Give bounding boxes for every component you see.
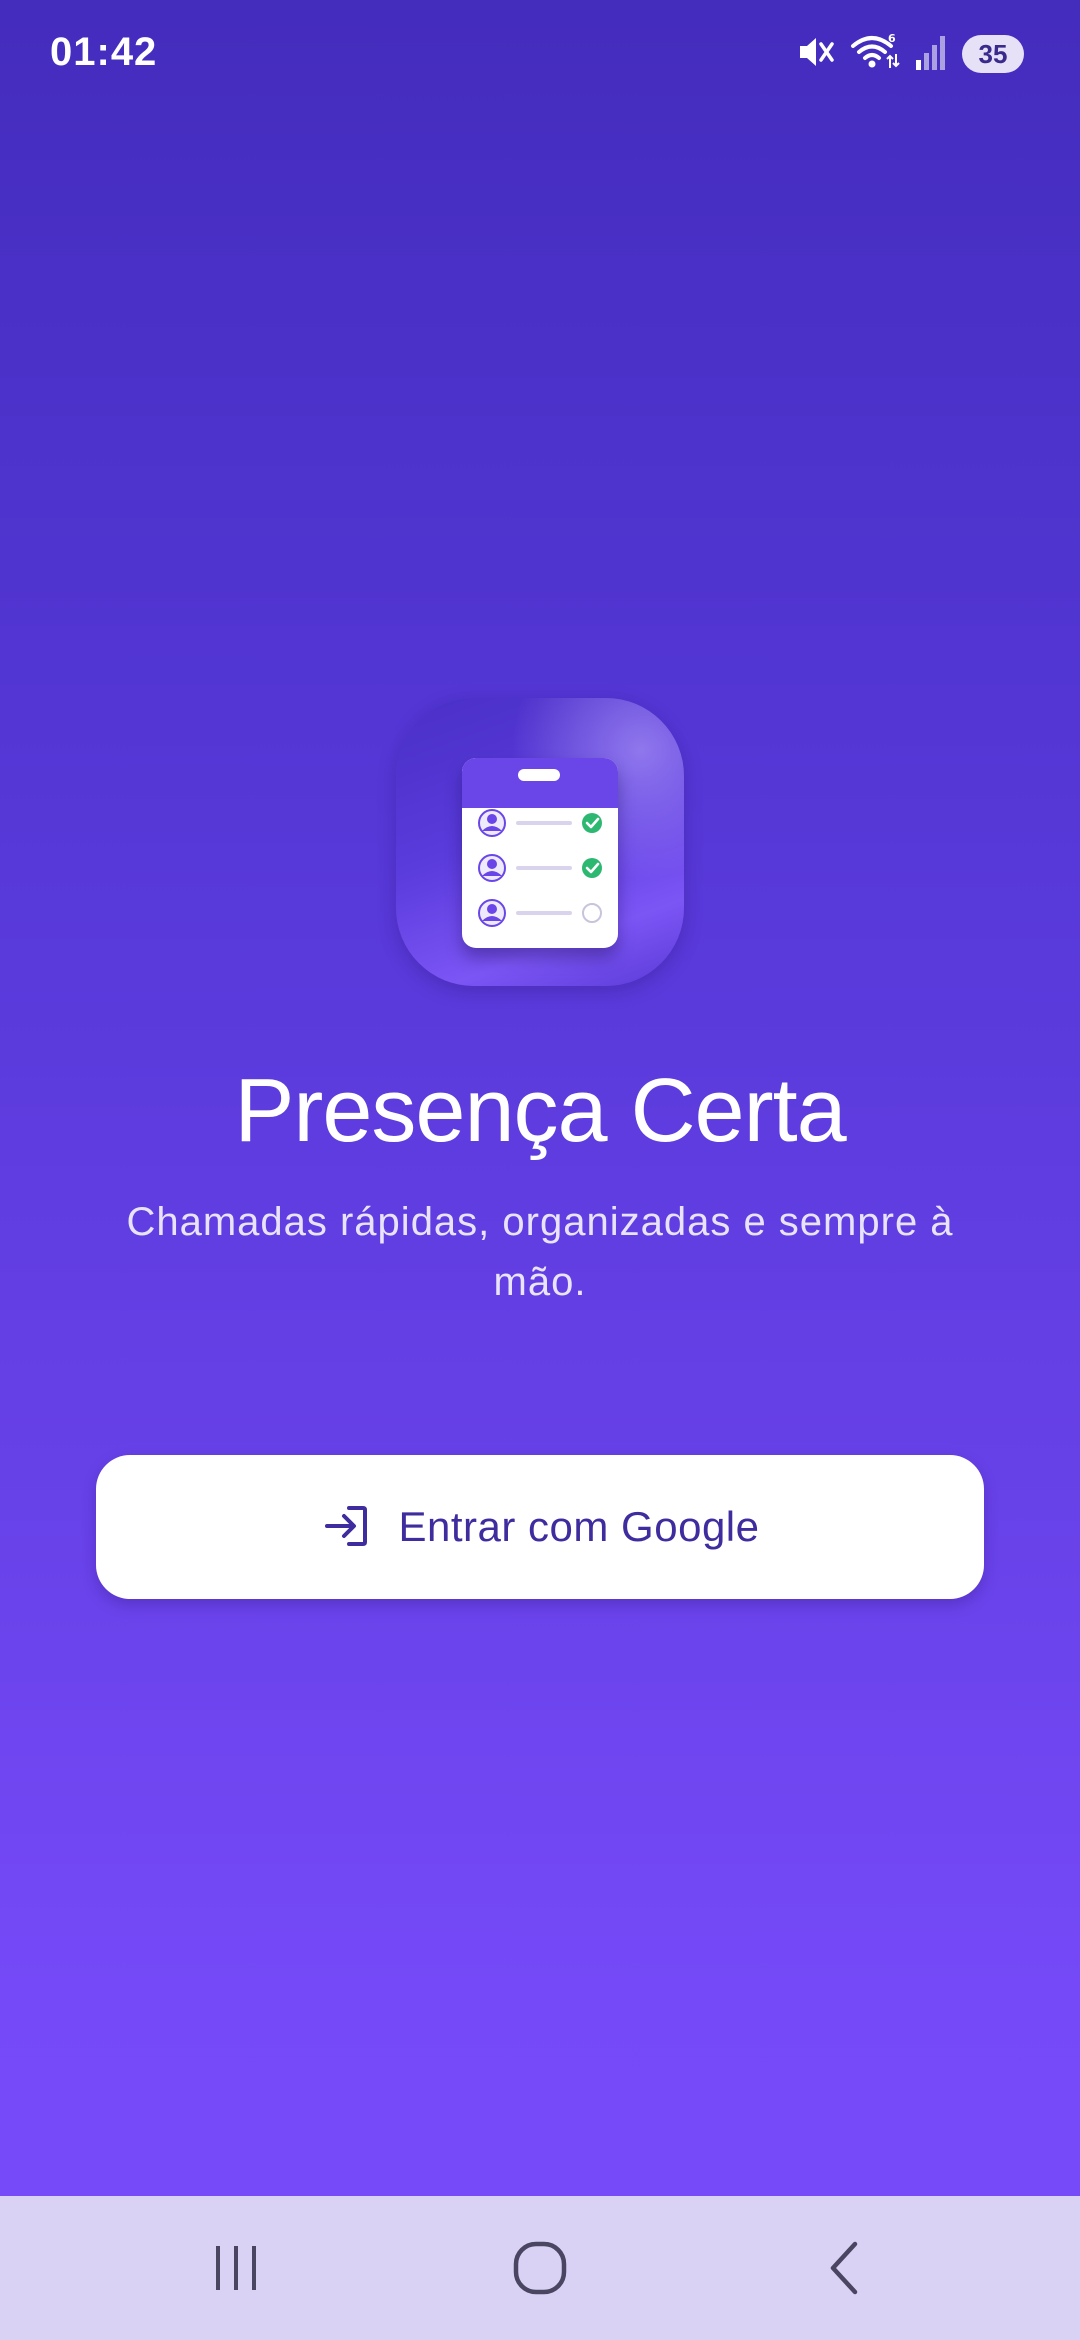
- system-nav-bar: [0, 2196, 1080, 2340]
- wifi-icon: 6: [850, 32, 900, 77]
- app-title: Presença Certa: [234, 1061, 846, 1161]
- login-icon: [321, 1500, 373, 1555]
- app-logo-icon: [396, 698, 684, 986]
- mute-icon: [796, 32, 836, 77]
- svg-text:6: 6: [888, 32, 896, 45]
- status-icons: 6 35: [796, 32, 1024, 76]
- status-bar: 01:42 6 35: [0, 0, 1080, 110]
- signal-icon: [914, 32, 948, 77]
- home-icon[interactable]: [500, 2236, 580, 2300]
- app-subtitle: Chamadas rápidas, organizadas e sempre à…: [126, 1200, 954, 1304]
- battery-icon: 35: [962, 35, 1024, 73]
- back-icon[interactable]: [804, 2236, 884, 2300]
- google-login-button[interactable]: Entrar com Google: [96, 1455, 984, 1599]
- recents-icon[interactable]: [196, 2236, 276, 2300]
- google-login-button-label: Entrar com Google: [398, 1503, 760, 1550]
- attendance-clipboard-icon: [462, 758, 618, 948]
- status-time: 01:42: [50, 30, 158, 74]
